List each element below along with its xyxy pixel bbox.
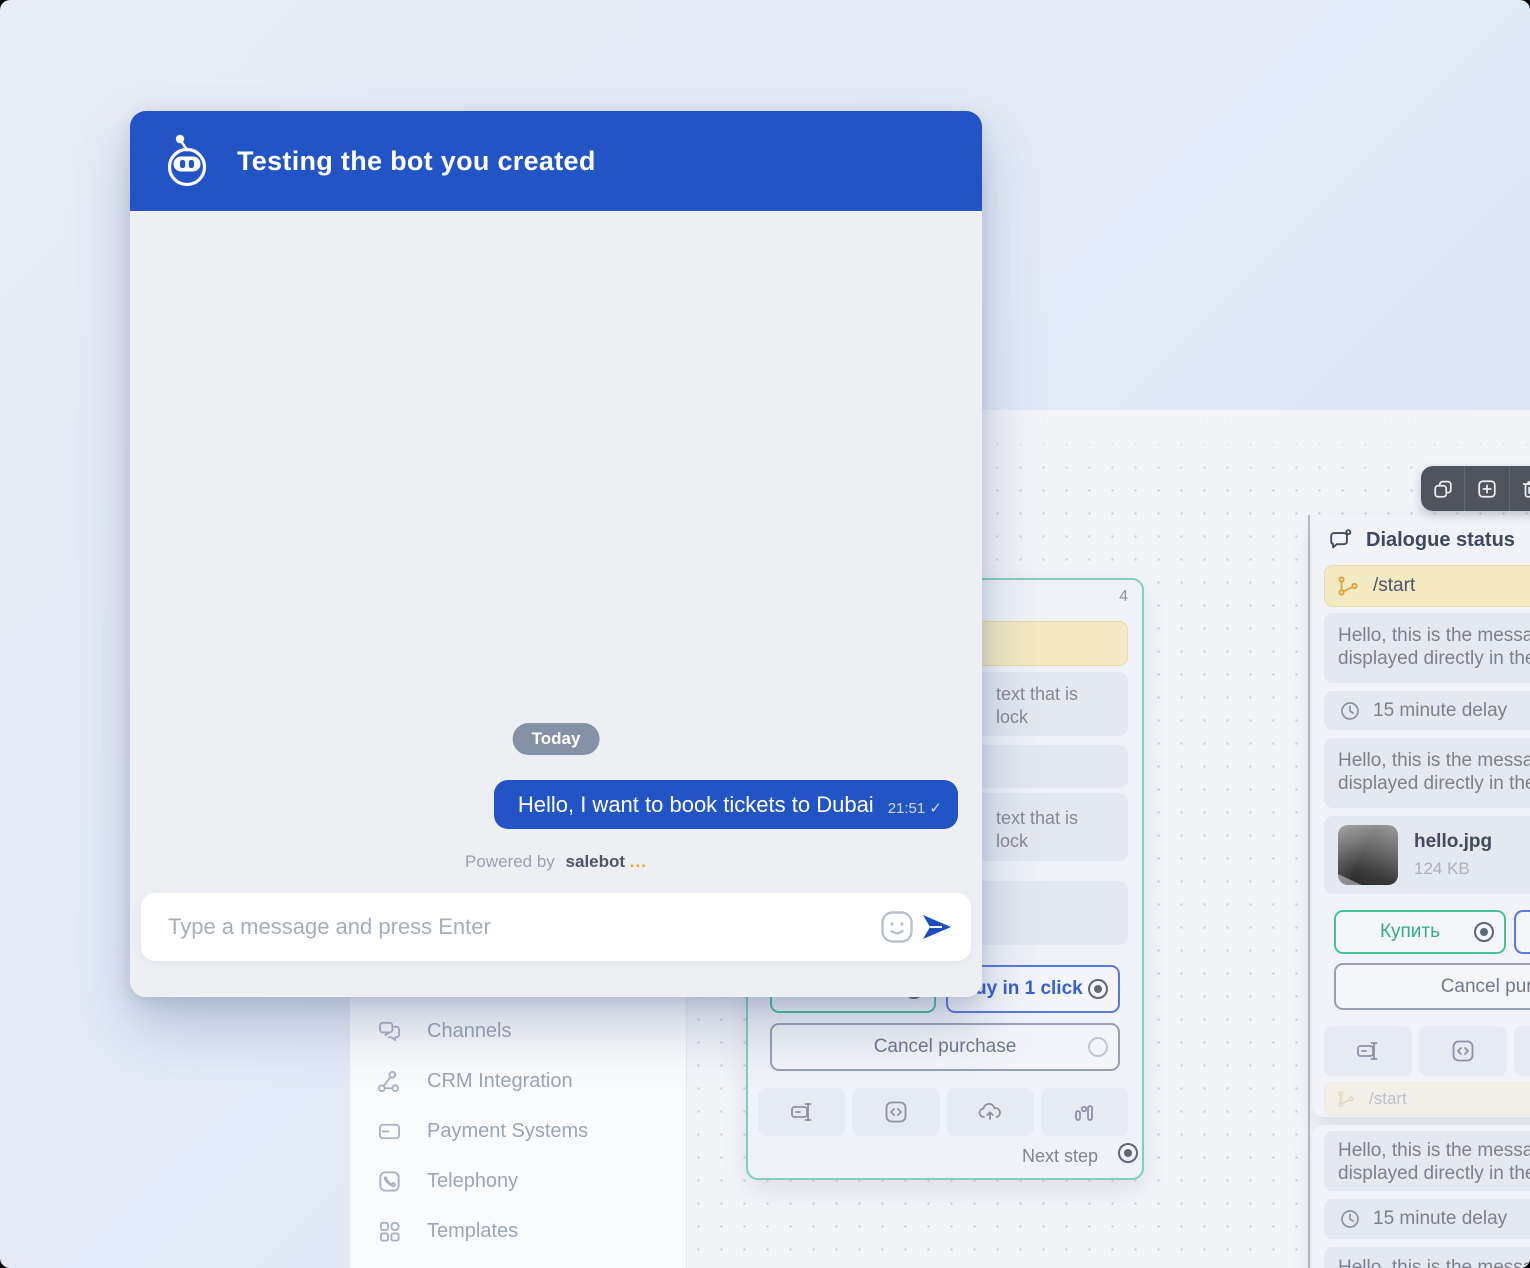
message-text-fragment: lock <box>996 831 1028 852</box>
sidebar-item-label: Templates <box>427 1220 518 1243</box>
attachment-row[interactable]: hello.jpg 124 KB <box>1324 816 1530 894</box>
emoji-button[interactable] <box>877 907 917 947</box>
next-message-card[interactable]: Hello, this is the message displayed dir… <box>1312 1125 1530 1268</box>
input-field-icon[interactable] <box>1324 1026 1412 1076</box>
chat-header: Testing the bot you created <box>130 111 982 211</box>
connection-radio[interactable] <box>1088 979 1108 999</box>
dialogue-status-header: Dialogue status <box>1328 528 1515 552</box>
date-divider: Today <box>513 723 600 755</box>
code-icon[interactable] <box>1419 1026 1507 1076</box>
start-command-label: /start <box>1373 575 1415 597</box>
payment-systems-icon <box>377 1119 402 1144</box>
emoji-icon <box>879 909 915 945</box>
block-action-bar <box>758 1088 1128 1136</box>
message-text: Hello, I want to book tickets to Dubai <box>518 792 874 818</box>
message-text-row[interactable]: Hello, this is the message displayed dir… <box>1324 738 1530 808</box>
sidebar-item-channels[interactable]: Channels <box>377 1018 588 1044</box>
sidebar-item-telephony[interactable]: Telephony <box>377 1168 588 1194</box>
delay-label: 15 minute delay <box>1373 700 1507 722</box>
code-icon[interactable] <box>852 1088 939 1136</box>
message-text-fragment: text that is <box>996 684 1078 705</box>
buy-option-button[interactable]: Купить <box>1334 910 1506 954</box>
message-time: 21:51 ✓ <box>888 799 942 818</box>
start-command-row[interactable]: /start <box>1324 565 1530 607</box>
copy-icon[interactable] <box>1421 466 1464 511</box>
canvas-toolbar <box>1421 466 1530 511</box>
canvas-guide-line <box>1308 515 1310 1268</box>
attachment-name: hello.jpg <box>1414 831 1492 853</box>
attachment-thumbnail[interactable] <box>1338 825 1398 885</box>
message-text-fragment: lock <box>996 707 1028 728</box>
trash-icon[interactable] <box>1509 466 1530 511</box>
message-input[interactable] <box>141 913 877 941</box>
salebot-brand-link[interactable]: salebot <box>566 852 626 871</box>
crm-integration-icon <box>377 1069 402 1094</box>
chat-body: Today Hello, I want to book tickets to D… <box>130 211 982 997</box>
sidebar-item-payment-systems[interactable]: Payment Systems <box>377 1118 588 1144</box>
block-count-badge: 4 <box>1119 588 1128 606</box>
message-text-fragment: text that is <box>996 808 1078 829</box>
templates-icon <box>377 1219 402 1244</box>
sent-check-icon: ✓ <box>929 800 942 817</box>
delay-row[interactable]: 15 minute delay <box>1324 691 1530 730</box>
attachment-size: 124 KB <box>1414 859 1492 879</box>
clock-icon <box>1340 701 1360 721</box>
clock-icon <box>1340 1209 1360 1229</box>
salebot-flow-editor-page: Channels CRM Integration Payment Systems… <box>0 0 1530 1268</box>
message-input-bar <box>141 893 971 961</box>
delay-row[interactable]: 15 minute delay <box>1324 1199 1530 1239</box>
block-title: Dialogue status <box>1366 529 1515 552</box>
sidebar-item-crm-integration[interactable]: CRM Integration <box>377 1068 588 1094</box>
sidebar-item-label: Telephony <box>427 1170 518 1193</box>
robot-icon <box>163 131 211 191</box>
sidebar-item-label: Payment Systems <box>427 1120 588 1143</box>
faded-start-row[interactable]: /start <box>1324 1082 1530 1116</box>
next-step-radio[interactable] <box>1118 1143 1138 1163</box>
next-step-label: Next step <box>1022 1146 1098 1167</box>
message-text-row[interactable]: Hello, this is the message displayed dir… <box>1324 1247 1530 1268</box>
chart-icon[interactable] <box>1041 1088 1128 1136</box>
branch-icon <box>1337 1090 1355 1108</box>
connection-radio[interactable] <box>1088 1037 1108 1057</box>
telephony-icon <box>377 1169 402 1194</box>
send-button[interactable] <box>917 907 957 947</box>
send-icon <box>920 910 954 944</box>
powered-by: Powered by salebot ... <box>130 852 982 872</box>
delay-label: 15 minute delay <box>1373 1208 1507 1230</box>
branch-icon <box>1337 575 1359 597</box>
dialogue-status-icon <box>1328 528 1352 552</box>
block-action-bar <box>1324 1026 1530 1076</box>
cancel-purchase-button[interactable]: Cancel purchase <box>770 1023 1120 1071</box>
connection-radio[interactable] <box>1474 922 1494 942</box>
chat-title: Testing the bot you created <box>237 146 596 177</box>
sidebar-item-label: Channels <box>427 1020 512 1043</box>
dialogue-status-card[interactable]: Dialogue status /start Hello, this is th… <box>1312 515 1530 1117</box>
bot-test-chat-window: Testing the bot you created Today Hello,… <box>130 111 982 997</box>
editor-sidebar: Channels CRM Integration Payment Systems… <box>377 1018 588 1268</box>
add-block-icon[interactable] <box>1464 466 1508 511</box>
channels-icon <box>377 1019 402 1044</box>
message-text-row[interactable]: Hello, this is the message displayed dir… <box>1324 613 1530 683</box>
cancel-purchase-button[interactable]: Cancel purchase <box>1334 963 1530 1010</box>
cloud-upload-icon[interactable] <box>1514 1026 1530 1076</box>
cloud-upload-icon[interactable] <box>947 1088 1034 1136</box>
message-text-row[interactable]: Hello, this is the message displayed dir… <box>1324 1131 1530 1191</box>
sent-message-bubble: Hello, I want to book tickets to Dubai 2… <box>494 780 958 829</box>
start-command-label: /start <box>1369 1089 1407 1109</box>
sidebar-item-label: CRM Integration <box>427 1070 573 1093</box>
sidebar-item-templates[interactable]: Templates <box>377 1218 588 1244</box>
input-field-icon[interactable] <box>758 1088 845 1136</box>
buy-in-1-click-button[interactable]: Buy in 1 click <box>1514 910 1530 954</box>
